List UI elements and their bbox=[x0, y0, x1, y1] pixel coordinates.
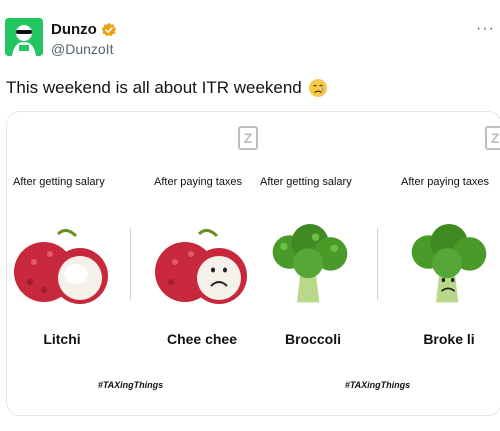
panel-divider bbox=[377, 228, 378, 300]
label-chee-chee: Chee chee bbox=[166, 331, 238, 347]
verified-badge-icon bbox=[101, 22, 117, 36]
display-name[interactable]: Dunzo bbox=[51, 21, 97, 38]
dunzo-mascot-icon bbox=[5, 18, 43, 56]
caption-after-salary: After getting salary bbox=[260, 176, 352, 188]
media-card[interactable]: Z After getting salary After paying taxe… bbox=[6, 111, 500, 416]
label-broccoli: Broccoli bbox=[284, 331, 341, 347]
litchi-image bbox=[14, 229, 108, 304]
caption-after-taxes: After paying taxes bbox=[401, 176, 490, 188]
avatar[interactable] bbox=[5, 18, 43, 56]
hashtag: #TAXingThings bbox=[344, 380, 411, 390]
sad-litchi-image bbox=[155, 229, 247, 304]
label-broke-li: Broke li bbox=[423, 331, 475, 347]
handle[interactable]: @DunzoIt bbox=[51, 41, 113, 57]
more-options-icon[interactable]: ··· bbox=[476, 20, 495, 38]
panel-divider bbox=[130, 228, 131, 300]
hashtag: #TAXingThings bbox=[97, 380, 164, 390]
broccoli-image bbox=[272, 224, 348, 303]
media-panel-broccoli[interactable]: Z After getting salary After paying taxe… bbox=[254, 112, 500, 415]
tweet-text: This weekend is all about ITR weekend bbox=[6, 78, 328, 98]
label-litchi: Litchi bbox=[43, 331, 81, 347]
caption-after-taxes: After paying taxes bbox=[154, 176, 243, 188]
media-panel-litchi[interactable]: Z After getting salary After paying taxe… bbox=[7, 112, 258, 415]
sad-broccoli-image bbox=[411, 224, 487, 303]
tweet-body: This weekend is all about ITR weekend bbox=[6, 78, 302, 97]
crying-face-emoji-icon bbox=[308, 79, 327, 97]
watermark-icon: Z bbox=[485, 126, 500, 150]
caption-after-salary: After getting salary bbox=[13, 176, 105, 188]
